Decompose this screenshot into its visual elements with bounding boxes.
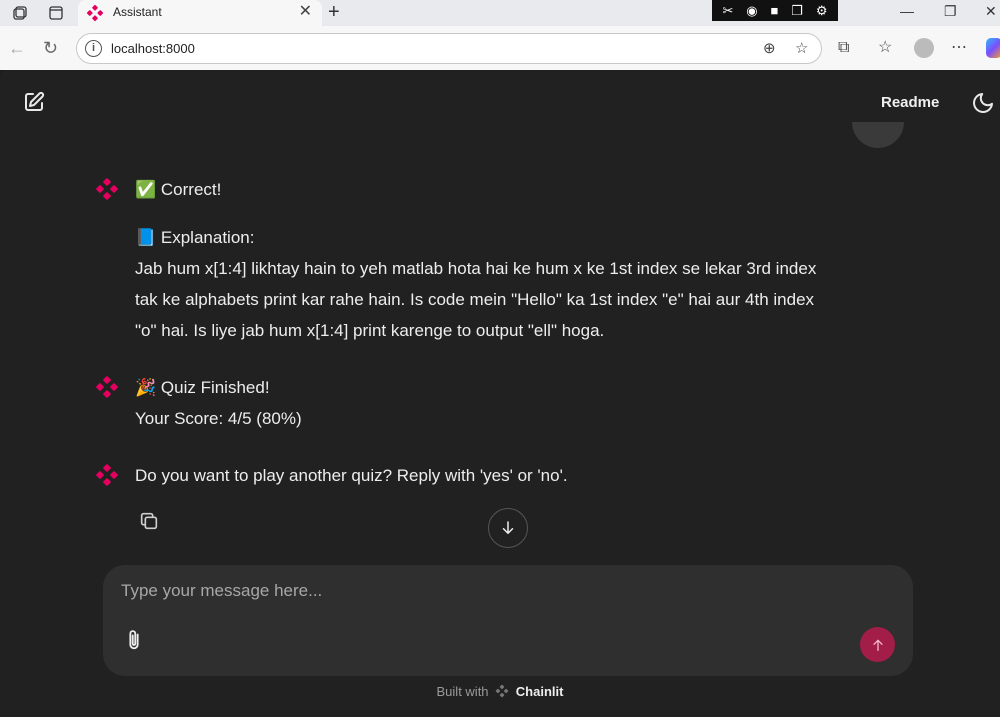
browser-tab-bar: Assistant ✕ + ✂ ◉ ■ ❐ ⚙ — ❐ ✕ xyxy=(0,0,1000,26)
message-line: 📘 Explanation: xyxy=(135,228,255,247)
tab-title: Assistant xyxy=(113,5,162,19)
back-icon[interactable]: ← xyxy=(8,37,26,59)
message-line: "o" hai. Is liye jab hum x[1:4] print ka… xyxy=(135,321,605,340)
favorites-icon[interactable]: ☆ xyxy=(878,39,892,57)
scroll-to-bottom-button[interactable] xyxy=(488,508,528,548)
chainlit-tab-logo xyxy=(86,4,104,22)
paperclip-icon[interactable] xyxy=(123,627,145,653)
readme-button[interactable]: Readme xyxy=(881,94,939,111)
url-text[interactable]: localhost:8000 xyxy=(111,41,195,56)
maximize-icon[interactable]: ❐ xyxy=(944,3,957,20)
close-tab-icon[interactable]: ✕ xyxy=(299,3,312,21)
user-message-bubble xyxy=(852,122,904,148)
zoom-icon[interactable]: ⊕ xyxy=(763,39,776,57)
copy-icon[interactable] xyxy=(138,510,160,532)
message-line: Your Score: 4/5 (80%) xyxy=(135,409,302,428)
message-line: 🎉 Quiz Finished! xyxy=(135,378,270,397)
arrow-down-icon xyxy=(502,521,514,534)
message-line: ✅ Correct! xyxy=(135,180,222,199)
minimize-icon[interactable]: — xyxy=(900,3,914,19)
snip-icon[interactable]: ✂ xyxy=(722,3,733,19)
camera-icon[interactable]: ◉ xyxy=(746,3,757,19)
address-bar: ← ↻ i localhost:8000 ⊕ ☆ ⧉ ☆ ⋯ xyxy=(0,26,1000,70)
message-line: Jab hum x[1:4] likhtay hain to yeh matla… xyxy=(135,259,817,278)
tab-actions-icon[interactable] xyxy=(46,3,66,23)
message-input[interactable] xyxy=(121,579,861,603)
settings-icon[interactable]: ⚙ xyxy=(816,3,828,19)
chainlit-logo xyxy=(495,684,509,698)
video-icon[interactable]: ■ xyxy=(771,3,779,18)
extensions-icon[interactable]: ⧉ xyxy=(838,39,849,57)
chainlit-brand-link[interactable]: Chainlit xyxy=(516,684,564,699)
window-icon[interactable]: ❐ xyxy=(791,3,803,19)
copilot-icon[interactable] xyxy=(986,38,1000,58)
site-info-icon[interactable]: i xyxy=(85,40,102,57)
capture-toolbar: ✂ ◉ ■ ❐ ⚙ xyxy=(712,0,838,21)
assistant-avatar xyxy=(96,464,118,486)
message-composer xyxy=(103,565,913,676)
footer: Built with Chainlit xyxy=(0,684,1000,699)
message-line: Do you want to play another quiz? Reply … xyxy=(135,466,568,485)
url-box[interactable]: i localhost:8000 ⊕ ☆ xyxy=(76,33,822,64)
message-line: tak ke alphabets print kar rahe hain. Is… xyxy=(135,290,815,309)
refresh-icon[interactable]: ↻ xyxy=(43,37,58,59)
profile-avatar[interactable] xyxy=(914,38,934,58)
chat-app: Readme ✅ Correct! 📘 Explanation: Jab hum… xyxy=(0,70,1000,717)
new-tab-icon[interactable]: + xyxy=(328,1,340,23)
arrow-up-icon xyxy=(872,639,883,651)
browser-tab[interactable]: Assistant ✕ xyxy=(78,0,322,26)
send-button[interactable] xyxy=(860,627,895,662)
new-chat-icon[interactable] xyxy=(22,90,46,114)
assistant-avatar xyxy=(96,178,118,200)
moon-icon[interactable] xyxy=(971,91,995,115)
more-options-icon[interactable]: ⋯ xyxy=(951,39,967,57)
workspaces-icon[interactable] xyxy=(10,3,30,23)
built-with-text: Built with xyxy=(436,684,489,699)
favorite-star-icon[interactable]: ☆ xyxy=(795,39,808,57)
assistant-avatar xyxy=(96,376,118,398)
close-window-icon[interactable]: ✕ xyxy=(985,3,997,20)
